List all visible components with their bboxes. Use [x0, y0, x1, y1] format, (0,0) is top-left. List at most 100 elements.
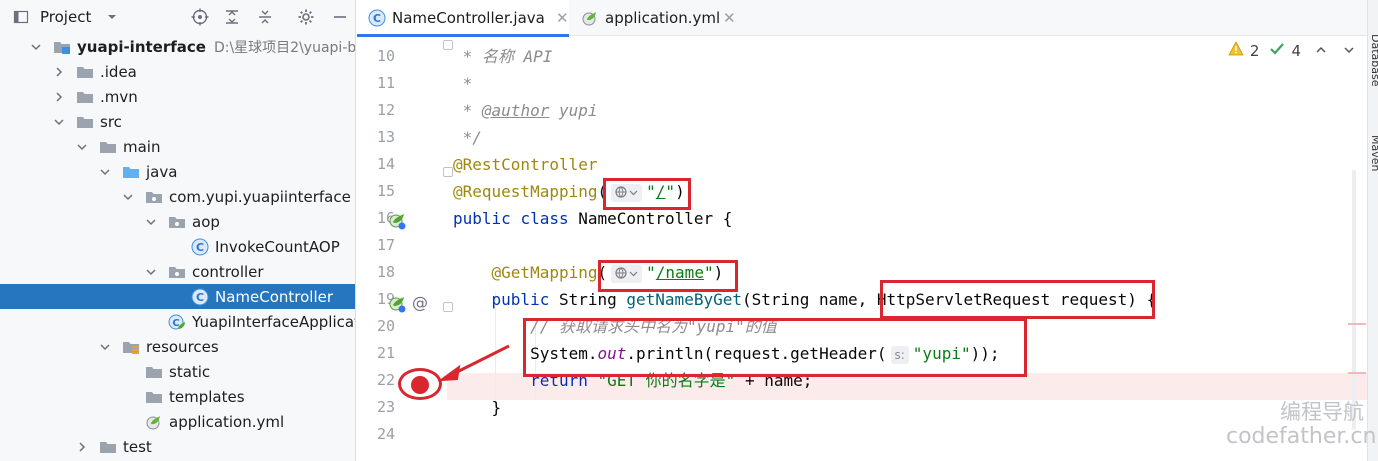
close-icon[interactable]: ✕ [556, 9, 569, 27]
tree-item-mvn[interactable]: .mvn [0, 84, 355, 109]
tree-item-static[interactable]: static [0, 359, 355, 384]
package-icon [168, 263, 186, 281]
tab-label: NameController.java [392, 9, 545, 27]
line-number[interactable]: 24 [357, 421, 395, 448]
line-number[interactable]: 15 [357, 178, 395, 205]
code-line[interactable]: } [453, 394, 502, 421]
code-editor[interactable]: 10 11 12 13 14 15 16 17 18 19 20 21 22 23 24 * 名称 API … [357, 37, 1367, 461]
chevron-down-icon[interactable] [122, 191, 134, 203]
breakpoint-highlight-ring [398, 368, 442, 400]
gear-icon[interactable] [297, 8, 315, 26]
source-folder-icon [122, 163, 140, 181]
line-number[interactable]: 12 [357, 97, 395, 124]
chevron-up-icon[interactable] [1315, 42, 1327, 60]
tree-item-label: static [169, 362, 211, 381]
line-number[interactable]: 14 [357, 151, 395, 178]
tree-item-yuapi-interface[interactable]: yuapi-interfaceD:\星球项目2\yuapi-backe [0, 34, 355, 59]
chevron-down-icon[interactable] [145, 216, 157, 228]
line-number[interactable]: 17 [357, 232, 395, 259]
project-tool-window: Project yuapi-interfaceD:\星球项目2\yuapi-ba… [0, 0, 356, 461]
chevron-right-icon[interactable] [53, 66, 65, 78]
warning-icon [1228, 41, 1244, 60]
line-number[interactable]: 13 [357, 124, 395, 151]
chevron-down-icon[interactable] [103, 8, 121, 26]
line-number[interactable]: 23 [357, 394, 395, 421]
database-tool-button[interactable]: Database [1369, 34, 1378, 87]
collapse-all-icon[interactable] [256, 8, 274, 26]
right-tool-strip: Database Maven [1367, 0, 1378, 461]
tree-item-idea[interactable]: .idea [0, 59, 355, 84]
expand-all-icon[interactable] [223, 8, 241, 26]
tree-item-invokecountaop[interactable]: C InvokeCountAOP [0, 234, 355, 259]
check-count: 4 [1291, 41, 1301, 60]
folder-icon [99, 438, 117, 456]
chevron-down-icon[interactable] [76, 141, 88, 153]
spring-bean-gutter-icon[interactable] [388, 294, 408, 318]
tree-item-label: yuapi-interfaceD:\星球项目2\yuapi-backe [77, 37, 355, 57]
tree-item-controller[interactable]: controller [0, 259, 355, 284]
line-number[interactable]: 21 [357, 340, 395, 367]
tree-item-label: aop [192, 212, 220, 231]
check-icon [1269, 41, 1285, 60]
code-token: yupi [549, 101, 598, 120]
fold-marker[interactable] [443, 302, 453, 312]
tree-item-test[interactable]: test [0, 434, 355, 459]
chevron-down-icon[interactable] [30, 41, 42, 53]
chevron-down-icon[interactable] [145, 266, 157, 278]
maven-tool-button[interactable]: Maven [1369, 135, 1378, 171]
tree-item-templates[interactable]: templates [0, 384, 355, 409]
scroll-thumb[interactable] [1352, 170, 1356, 430]
code-token: public [453, 209, 511, 228]
tree-item-aop[interactable]: aop [0, 209, 355, 234]
tree-item-com-yupi-yuapiinterface[interactable]: com.yupi.yuapiinterface [0, 184, 355, 209]
code-line[interactable]: @RestController [453, 151, 598, 178]
chevron-down-icon[interactable] [99, 341, 111, 353]
tree-item-label: InvokeCountAOP [215, 237, 340, 256]
tree-item-java[interactable]: java [0, 159, 355, 184]
fold-marker[interactable] [443, 40, 453, 50]
project-toolbar: Project [0, 0, 355, 34]
tree-item-namecontroller[interactable]: C NameController [0, 284, 355, 309]
chevron-down-icon[interactable] [53, 116, 65, 128]
hide-panel-icon[interactable] [331, 8, 349, 26]
line-number[interactable]: 22 [357, 367, 395, 394]
project-view-icon [12, 8, 30, 26]
locate-file-icon[interactable] [191, 8, 209, 26]
breakpoint-stripe-mark[interactable] [1348, 372, 1366, 374]
line-number[interactable]: 18 [357, 259, 395, 286]
code-line[interactable]: * 名称 API [453, 43, 553, 70]
tree-item-label: test [123, 437, 152, 456]
tree-item-yuapiinterfaceapplication[interactable]: C YuapiInterfaceApplication [0, 309, 355, 334]
chevron-down-icon[interactable] [99, 166, 111, 178]
tree-item-main[interactable]: main [0, 134, 355, 159]
mapping-gutter-icon[interactable]: @ [412, 293, 428, 312]
tree-item-src[interactable]: src [0, 109, 355, 134]
code-line[interactable]: */ [453, 124, 482, 151]
code-token: * 名称 API [453, 47, 553, 66]
watermark-text: 编程导航 [1280, 400, 1364, 424]
inspection-widget[interactable]: 2 4 [1228, 41, 1355, 60]
chevron-right-icon[interactable] [76, 441, 88, 453]
project-view-title[interactable]: Project [40, 8, 91, 26]
tab-namecontroller-java[interactable]: C NameController.java ✕ [357, 0, 569, 37]
code-token: @GetMapping [491, 263, 598, 282]
warning-count: 2 [1249, 41, 1260, 60]
module-folder-icon [53, 38, 71, 56]
chevron-right-icon[interactable] [53, 91, 65, 103]
code-token: @RequestMapping [453, 182, 598, 201]
line-number[interactable]: 10 [357, 43, 395, 70]
close-icon[interactable]: ✕ [723, 9, 736, 27]
tree-item-resources[interactable]: resources [0, 334, 355, 359]
fold-marker[interactable] [443, 167, 453, 177]
tab-application-yml[interactable]: application.yml ✕ [571, 0, 741, 36]
spring-bean-gutter-icon[interactable] [388, 211, 408, 235]
tree-item-application-yml[interactable]: application.yml [0, 409, 355, 434]
code-line[interactable]: * [453, 70, 473, 97]
line-number[interactable]: 11 [357, 70, 395, 97]
code-line[interactable]: * @author yupi [453, 97, 598, 124]
folder-icon [76, 63, 94, 81]
breakpoint-stripe-mark[interactable] [1348, 323, 1366, 325]
